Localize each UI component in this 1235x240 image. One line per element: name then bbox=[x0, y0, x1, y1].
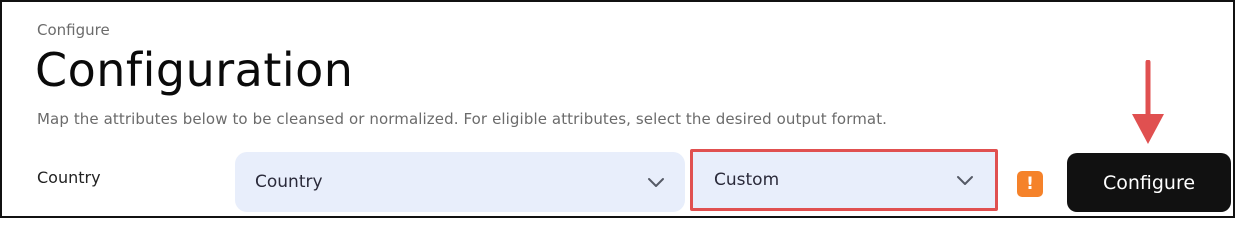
output-format-select[interactable]: Custom bbox=[690, 149, 998, 211]
attribute-select-value: Country bbox=[255, 172, 323, 192]
attribute-select[interactable]: Country bbox=[235, 152, 685, 212]
output-format-select-value: Custom bbox=[714, 170, 780, 190]
config-panel: Configure Configuration Map the attribut… bbox=[0, 0, 1235, 218]
warning-icon: ! bbox=[1017, 171, 1043, 197]
chevron-down-icon bbox=[956, 174, 974, 186]
chevron-down-icon bbox=[647, 176, 665, 188]
annotation-arrow-icon bbox=[1132, 60, 1164, 144]
page-description: Map the attributes below to be cleansed … bbox=[37, 110, 888, 128]
page-title: Configuration bbox=[35, 43, 354, 97]
breadcrumb: Configure bbox=[37, 21, 110, 39]
attribute-row-label: Country bbox=[37, 168, 101, 187]
configure-button[interactable]: Configure bbox=[1067, 153, 1231, 212]
